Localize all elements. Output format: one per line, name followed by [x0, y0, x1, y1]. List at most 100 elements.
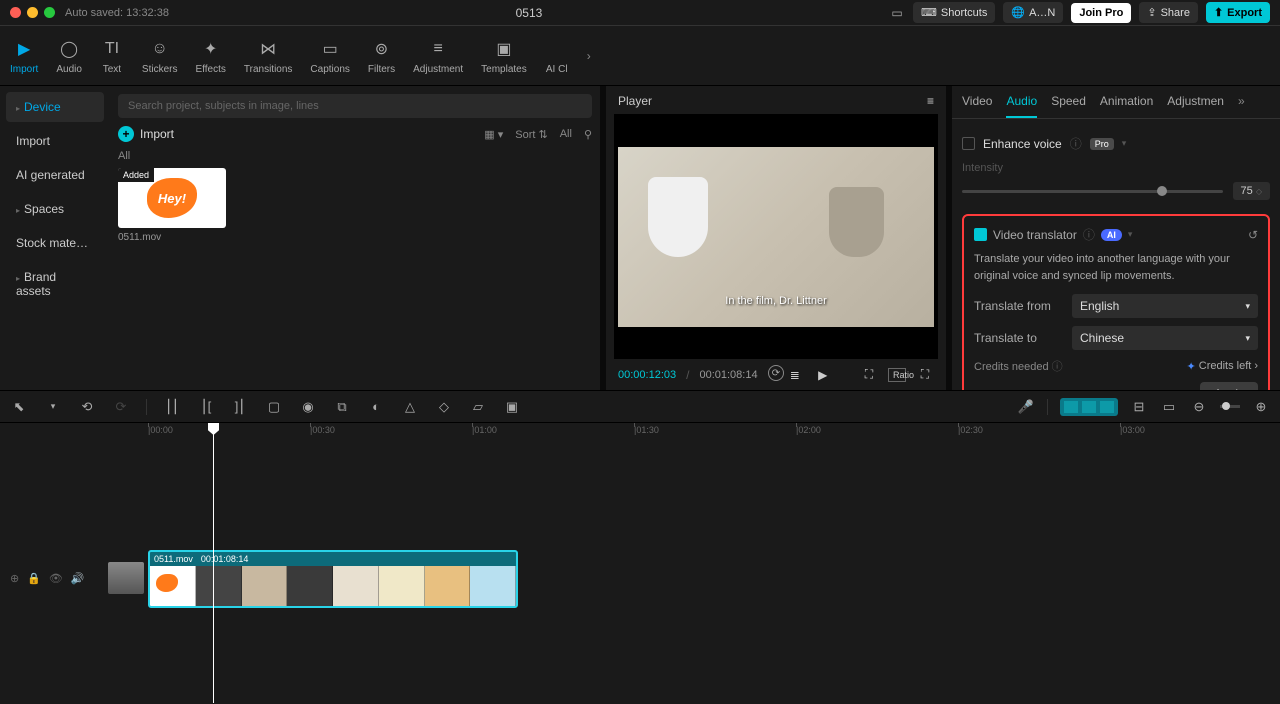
autosave-status: Auto saved: 13:32:38	[65, 7, 169, 19]
mic-icon[interactable]: 🎤	[1017, 399, 1035, 415]
crop-tool-icon[interactable]: ▱	[469, 399, 487, 415]
track-thumbnail[interactable]	[108, 562, 144, 594]
adjust-icon[interactable]: ▣	[503, 399, 521, 415]
undo-icon[interactable]: ⟲	[78, 399, 96, 415]
reset-icon[interactable]: ↺	[1248, 228, 1258, 242]
magnet-right-icon[interactable]	[1100, 401, 1114, 413]
mirror-icon[interactable]: △	[401, 399, 419, 415]
timeline-ruler[interactable]: |00:00 |00:30 |01:00 |01:30 |02:00 |02:3…	[0, 422, 1280, 442]
zoom-slider[interactable]	[1220, 405, 1240, 408]
shortcuts-button[interactable]: ⌨Shortcuts	[913, 2, 995, 23]
view-grid-icon[interactable]: ▦ ▾	[484, 128, 503, 141]
apply-button[interactable]: Apply	[1200, 382, 1258, 390]
delete-icon[interactable]: ▢	[265, 399, 283, 415]
preview-icon[interactable]: ▭	[1160, 399, 1178, 415]
trim-right-icon[interactable]: ]⎮	[231, 399, 249, 415]
ruler-mark: |01:30	[634, 425, 659, 435]
enhance-voice-checkbox[interactable]	[962, 137, 975, 150]
tab-stickers[interactable]: ☺Stickers	[142, 37, 178, 75]
select-tool-icon[interactable]: ⬉	[10, 399, 28, 415]
share-button[interactable]: ⇪Share	[1139, 2, 1198, 23]
zoom-out-icon[interactable]: ⊖	[1190, 399, 1208, 415]
import-button[interactable]: +Import	[118, 126, 174, 142]
magnet-left-icon[interactable]	[1064, 401, 1078, 413]
sidebar-item-device[interactable]: ▸Device	[6, 92, 104, 122]
media-clip[interactable]: Added Hey! 0511.mov	[118, 168, 226, 243]
translate-from-label: Translate from	[974, 299, 1064, 313]
maximize-window[interactable]	[44, 7, 55, 18]
timeline-tracks[interactable]: ⊕ 🔒 👁 🔊 0511.mov 00:01:08:14	[0, 442, 1280, 704]
minimize-window[interactable]	[27, 7, 38, 18]
add-track-icon[interactable]: ⊕	[10, 572, 19, 585]
link-icon[interactable]: ⊟	[1130, 399, 1148, 415]
prop-tab-audio[interactable]: Audio	[1006, 94, 1037, 118]
translator-checkbox[interactable]	[974, 228, 987, 241]
timeline-clip[interactable]: 0511.mov 00:01:08:14	[148, 550, 518, 608]
playhead[interactable]	[213, 423, 214, 703]
trim-left-icon[interactable]: ⎮[	[197, 399, 215, 415]
crop-icon[interactable]: ⛶	[860, 367, 878, 382]
join-pro-button[interactable]: Join Pro	[1071, 3, 1131, 23]
sidebar-item-aigenerated[interactable]: AI generated	[6, 160, 104, 190]
translator-description: Translate your video into another langua…	[974, 251, 1258, 284]
tab-import[interactable]: ▶Import	[10, 37, 38, 75]
ruler-mark: |00:30	[310, 425, 335, 435]
rotate-icon[interactable]: ◇	[435, 399, 453, 415]
translate-from-select[interactable]: English▾	[1072, 294, 1258, 318]
user-menu[interactable]: 🌐A…N	[1003, 2, 1063, 23]
sort-button[interactable]: Sort ⇅	[515, 128, 547, 141]
prop-tab-video[interactable]: Video	[962, 94, 992, 118]
tab-captions[interactable]: ▭Captions	[310, 37, 349, 75]
search-input[interactable]: Search project, subjects in image, lines	[118, 94, 592, 118]
ratio-button[interactable]: Ratio	[888, 368, 906, 382]
compare-icon[interactable]: ≣	[786, 368, 804, 382]
prop-tabs-more-icon[interactable]: »	[1238, 94, 1245, 118]
prop-tab-speed[interactable]: Speed	[1051, 94, 1086, 118]
tab-effects[interactable]: ✦Effects	[195, 37, 225, 75]
layout-icon[interactable]: ▭	[889, 5, 905, 21]
sidebar-item-import[interactable]: Import	[6, 126, 104, 156]
tab-templates[interactable]: ▣Templates	[481, 37, 527, 75]
info-icon[interactable]: ⓘ	[1070, 135, 1082, 152]
intensity-slider[interactable]	[962, 190, 1223, 193]
prop-tab-animation[interactable]: Animation	[1100, 94, 1153, 118]
translate-to-select[interactable]: Chinese▾	[1072, 326, 1258, 350]
select-mode-dropdown[interactable]: ▾	[44, 401, 62, 412]
credits-left-link[interactable]: ✦Credits left ›	[1187, 358, 1258, 374]
play-button[interactable]: ▶	[814, 368, 832, 382]
toolbar-more-icon[interactable]: ›	[587, 49, 591, 63]
tab-text[interactable]: TIText	[100, 37, 124, 75]
tab-audio[interactable]: ◯Audio	[56, 37, 82, 75]
filter-all[interactable]: All	[560, 128, 572, 140]
player-menu-icon[interactable]: ≡	[927, 94, 934, 108]
tab-ai[interactable]: AI Cl	[545, 37, 569, 75]
copy-icon[interactable]: ⧉	[333, 399, 351, 415]
info-icon[interactable]: ⓘ	[1083, 226, 1095, 243]
magnet-center-icon[interactable]	[1082, 401, 1096, 413]
close-window[interactable]	[10, 7, 21, 18]
tab-filters[interactable]: ⊚Filters	[368, 37, 395, 75]
lock-track-icon[interactable]: 🔒	[27, 572, 41, 585]
tab-transitions[interactable]: ⋈Transitions	[244, 37, 293, 75]
tab-adjustment[interactable]: ≡Adjustment	[413, 37, 463, 75]
eye-track-icon[interactable]: 👁	[49, 572, 63, 585]
sync-icon[interactable]: ⟳	[768, 365, 784, 381]
redo-icon[interactable]: ⟳	[112, 399, 130, 415]
marker-icon[interactable]: ◉	[299, 399, 317, 415]
mute-track-icon[interactable]: 🔊	[71, 572, 85, 585]
fullscreen-icon[interactable]: ⛶	[916, 367, 934, 382]
zoom-in-icon[interactable]: ⊕	[1252, 399, 1270, 415]
export-button[interactable]: ⬆Export	[1206, 2, 1270, 23]
intensity-value[interactable]: 75 ◇	[1233, 182, 1270, 200]
split-icon[interactable]: ⎮⎮	[163, 399, 181, 415]
sidebar-item-brand[interactable]: ▸Brand assets	[6, 262, 104, 306]
adjustment-icon: ≡	[426, 37, 450, 61]
filter-icon[interactable]: ⚲	[584, 128, 592, 141]
sidebar-item-spaces[interactable]: ▸Spaces	[6, 194, 104, 224]
prop-tab-adjustment[interactable]: Adjustmen	[1167, 94, 1224, 118]
magnet-group	[1060, 398, 1118, 416]
sidebar-item-stock[interactable]: Stock mate…	[6, 228, 104, 258]
video-preview[interactable]: In the film, Dr. Littner ⟳	[614, 114, 938, 359]
media-sidebar: ▸Device Import AI generated ▸Spaces Stoc…	[0, 86, 110, 390]
reverse-icon[interactable]: ◐	[367, 399, 385, 414]
